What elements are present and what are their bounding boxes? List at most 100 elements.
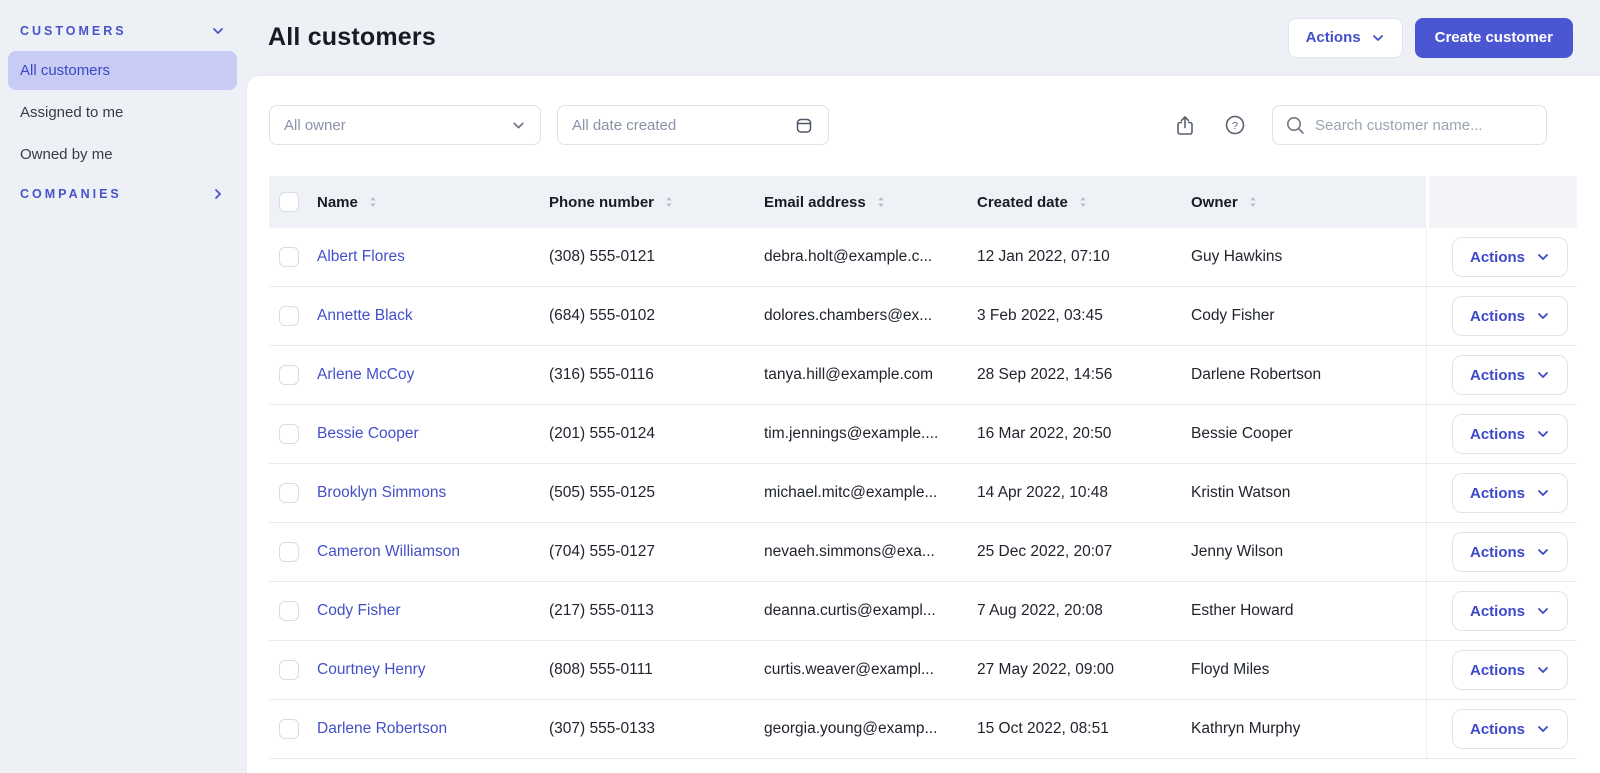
column-header-email[interactable]: Email address xyxy=(764,194,977,211)
row-checkbox[interactable] xyxy=(279,424,299,444)
sort-icon xyxy=(1247,195,1259,209)
email-cell: georgia.young@examp... xyxy=(764,720,938,737)
row-actions-button[interactable]: Actions xyxy=(1451,591,1568,631)
chevron-down-icon xyxy=(211,24,225,38)
sidebar-section-companies[interactable]: COMPANIES xyxy=(8,177,237,211)
sidebar: CUSTOMERS All customers Assigned to me O… xyxy=(0,0,245,773)
row-actions-button[interactable]: Actions xyxy=(1451,709,1568,749)
column-header-name[interactable]: Name xyxy=(317,194,549,211)
calendar-icon xyxy=(794,115,814,135)
row-actions-label: Actions xyxy=(1469,366,1525,384)
customer-name-link[interactable]: Annette Black xyxy=(317,307,413,324)
phone-cell: (307) 555-0133 xyxy=(549,720,655,737)
row-actions-button[interactable]: Actions xyxy=(1451,473,1568,513)
created-date-cell: 25 Dec 2022, 20:07 xyxy=(977,543,1113,560)
customers-section-label: CUSTOMERS xyxy=(20,24,127,38)
customer-name-link[interactable]: Cameron Williamson xyxy=(317,543,460,560)
sidebar-item-assigned-to-me[interactable]: Assigned to me xyxy=(8,93,237,132)
chevron-down-icon xyxy=(1536,722,1550,736)
help-button[interactable]: ? xyxy=(1224,114,1246,136)
email-cell: deanna.curtis@exampl... xyxy=(764,602,936,619)
column-header-created-date[interactable]: Created date xyxy=(977,194,1191,211)
customer-name-link[interactable]: Bessie Cooper xyxy=(317,425,419,442)
table-row: Brooklyn Simmons (505) 555-0125 michael.… xyxy=(269,464,1577,523)
row-checkbox[interactable] xyxy=(279,306,299,326)
row-checkbox[interactable] xyxy=(279,247,299,267)
row-actions-button[interactable]: Actions xyxy=(1451,296,1568,336)
search-box xyxy=(1272,105,1547,145)
search-icon xyxy=(1285,115,1306,136)
email-cell: tim.jennings@example.... xyxy=(764,425,939,442)
date-created-filter[interactable]: All date created xyxy=(557,105,829,145)
created-date-cell: 3 Feb 2022, 03:45 xyxy=(977,307,1103,324)
created-date-cell: 12 Jan 2022, 07:10 xyxy=(977,248,1110,265)
companies-section-label: COMPANIES xyxy=(20,187,122,201)
row-checkbox[interactable] xyxy=(279,660,299,680)
phone-cell: (308) 555-0121 xyxy=(549,248,655,265)
phone-cell: (684) 555-0102 xyxy=(549,307,655,324)
created-date-cell: 28 Sep 2022, 14:56 xyxy=(977,366,1113,383)
sidebar-section-customers[interactable]: CUSTOMERS xyxy=(8,14,237,48)
help-icon: ? xyxy=(1224,114,1246,136)
row-actions-label: Actions xyxy=(1469,602,1525,620)
toolbar: All owner All date created ? Search cust… xyxy=(269,105,1577,145)
created-date-cell: 27 May 2022, 09:00 xyxy=(977,661,1115,678)
created-date-cell: 16 Mar 2022, 20:50 xyxy=(977,425,1112,442)
phone-cell: (704) 555-0127 xyxy=(549,543,655,560)
customer-name-link[interactable]: Albert Flores xyxy=(317,248,405,265)
customer-name-link[interactable]: Courtney Henry xyxy=(317,661,426,678)
row-actions-label: Actions xyxy=(1469,661,1525,679)
owner-cell: Kathryn Murphy xyxy=(1191,720,1301,737)
created-date-cell: 14 Apr 2022, 10:48 xyxy=(977,484,1109,501)
sidebar-item-owned-by-me[interactable]: Owned by me xyxy=(8,135,237,174)
chevron-down-icon xyxy=(1536,250,1550,264)
owner-cell: Guy Hawkins xyxy=(1191,248,1283,265)
chevron-down-icon xyxy=(1536,309,1550,323)
chevron-down-icon xyxy=(1371,31,1385,45)
row-checkbox[interactable] xyxy=(279,365,299,385)
chevron-down-icon xyxy=(1536,427,1550,441)
table-body: Albert Flores (308) 555-0121 debra.holt@… xyxy=(269,228,1577,759)
table-row: Cody Fisher (217) 555-0113 deanna.curtis… xyxy=(269,582,1577,641)
customer-name-link[interactable]: Darlene Robertson xyxy=(317,720,447,737)
table-row: Bessie Cooper (201) 555-0124 tim.jenning… xyxy=(269,405,1577,464)
page-header: All customers Actions Create customer xyxy=(245,0,1600,75)
owner-filter-select[interactable]: All owner xyxy=(269,105,541,145)
customer-name-link[interactable]: Arlene McCoy xyxy=(317,366,414,383)
search-input[interactable] xyxy=(1315,116,1534,134)
row-actions-label: Actions xyxy=(1469,543,1525,561)
create-customer-button[interactable]: Create customer xyxy=(1414,17,1573,58)
row-actions-label: Actions xyxy=(1469,425,1525,443)
row-actions-button[interactable]: Actions xyxy=(1451,414,1568,454)
customer-name-link[interactable]: Brooklyn Simmons xyxy=(317,484,446,501)
email-cell: michael.mitc@example... xyxy=(764,484,938,501)
owner-cell: Cody Fisher xyxy=(1191,307,1275,324)
header-actions-button[interactable]: Actions xyxy=(1287,17,1403,58)
row-checkbox[interactable] xyxy=(279,719,299,739)
table-row: Arlene McCoy (316) 555-0116 tanya.hill@e… xyxy=(269,346,1577,405)
phone-cell: (217) 555-0113 xyxy=(549,602,654,619)
owner-cell: Darlene Robertson xyxy=(1191,366,1322,383)
row-checkbox[interactable] xyxy=(279,542,299,562)
sort-icon xyxy=(1077,195,1089,209)
row-checkbox[interactable] xyxy=(279,601,299,621)
export-button[interactable] xyxy=(1174,114,1196,137)
column-header-actions xyxy=(1426,176,1577,228)
phone-cell: (201) 555-0124 xyxy=(549,425,655,442)
owner-cell: Kristin Watson xyxy=(1191,484,1291,501)
email-cell: tanya.hill@example.com xyxy=(764,366,934,383)
row-actions-button[interactable]: Actions xyxy=(1451,355,1568,395)
column-header-phone[interactable]: Phone number xyxy=(549,194,764,211)
row-actions-button[interactable]: Actions xyxy=(1451,650,1568,690)
chevron-down-icon xyxy=(1536,604,1550,618)
row-actions-button[interactable]: Actions xyxy=(1451,237,1568,277)
row-actions-button[interactable]: Actions xyxy=(1451,532,1568,572)
column-header-owner[interactable]: Owner xyxy=(1191,194,1426,211)
sidebar-item-all-customers[interactable]: All customers xyxy=(8,51,237,90)
customer-name-link[interactable]: Cody Fisher xyxy=(317,602,401,619)
table-row: Albert Flores (308) 555-0121 debra.holt@… xyxy=(269,228,1577,287)
select-all-checkbox[interactable] xyxy=(279,192,299,212)
created-date-cell: 7 Aug 2022, 20:08 xyxy=(977,602,1103,619)
chevron-down-icon xyxy=(1536,486,1550,500)
row-checkbox[interactable] xyxy=(279,483,299,503)
